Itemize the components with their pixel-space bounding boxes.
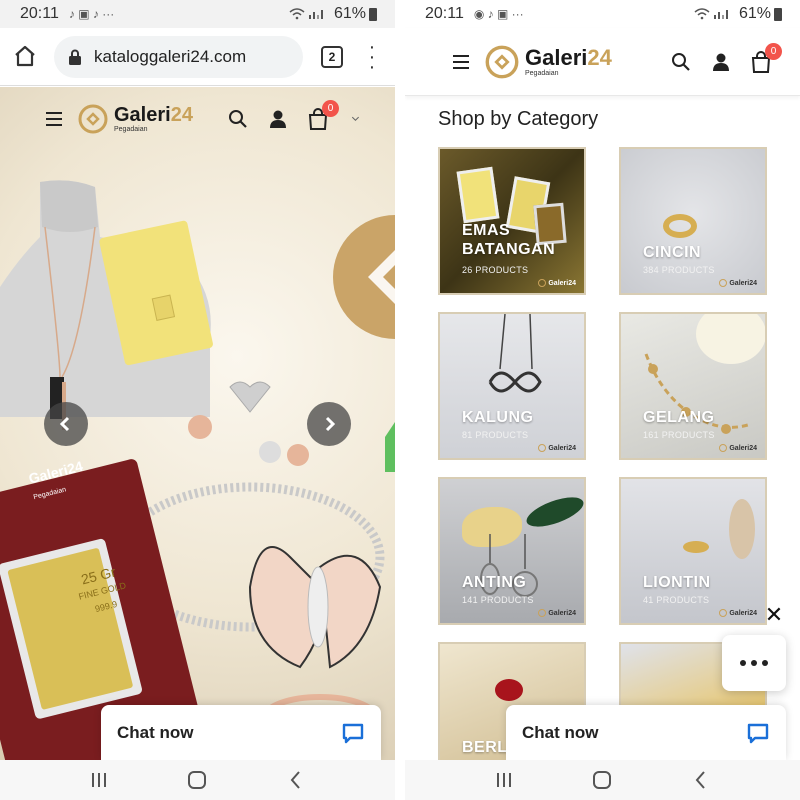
category-name: LIONTIN — [643, 574, 711, 591]
close-icon[interactable]: ✕ — [763, 604, 785, 626]
cart-button[interactable]: 0 — [750, 42, 782, 73]
brand-sub: Pegadaian — [114, 126, 148, 133]
chevron-right-icon — [325, 416, 336, 432]
category-tile-liontin[interactable]: LIONTIN 41 PRODUCTS Galeri24 — [619, 477, 767, 625]
category-tile-emas-batangan[interactable]: EMAS BATANGAN 26 PRODUCTS Galeri24 — [438, 147, 586, 295]
category-tile-anting[interactable]: ANTING 141 PRODUCTS Galeri24 — [438, 477, 586, 625]
category-count: 81 PRODUCTS — [462, 430, 529, 440]
home-icon[interactable] — [12, 43, 40, 71]
section-title: Shop by Category — [438, 108, 599, 130]
carousel-next-button[interactable] — [307, 402, 351, 446]
search-icon[interactable] — [670, 51, 692, 73]
wifi-signal-icon — [288, 6, 328, 23]
back-icon[interactable] — [285, 769, 307, 791]
browser-toolbar: kataloggaleri24.com 2 · · · — [0, 28, 395, 86]
recent-apps-icon[interactable] — [88, 769, 110, 791]
category-count: 141 PRODUCTS — [462, 595, 534, 605]
site-logo[interactable]: Galeri24 Pegadaian — [485, 45, 612, 79]
chevron-left-icon — [59, 416, 70, 432]
user-icon[interactable] — [267, 108, 289, 130]
browser-menu-icon[interactable]: · · · — [361, 37, 383, 77]
galeri24-logo-icon — [485, 45, 519, 78]
brand-sub: Pegadaian — [525, 69, 559, 77]
tile-watermark-logo: Galeri24 — [538, 444, 576, 452]
dot — [751, 660, 757, 666]
url-text: kataloggaleri24.com — [94, 46, 247, 66]
category-count: 41 PRODUCTS — [643, 595, 710, 605]
hamburger-menu-icon[interactable] — [46, 112, 62, 126]
lock-icon — [69, 49, 81, 65]
chat-bubble-icon — [342, 723, 364, 743]
notification-icons: ♪ ▣ ♪ ··· — [68, 7, 115, 21]
status-time: 20:11 — [20, 5, 59, 22]
carousel-prev-button[interactable] — [44, 402, 88, 446]
more-options-button[interactable] — [722, 635, 786, 691]
status-time: 20:11 — [425, 5, 464, 22]
chat-bubble-icon — [747, 723, 769, 743]
battery-level: 61% — [333, 5, 366, 22]
hamburger-menu-icon[interactable] — [453, 54, 469, 69]
category-count: 161 PRODUCTS — [643, 430, 715, 440]
category-name: BERLI — [462, 739, 513, 756]
tile-watermark-logo: Galeri24 — [719, 279, 757, 287]
chat-label: Chat now — [117, 722, 194, 742]
notification-icons: ◉ ♪ ▣ ··· — [473, 7, 524, 21]
status-bar: 20:11 ◉ ♪ ▣ ··· 61% — [405, 0, 800, 28]
brand-number: 24 — [587, 44, 612, 70]
left-phone-screen: 20:11 ♪ ▣ ♪ ··· 61% kataloggaleri24.com … — [0, 0, 395, 800]
battery-level: 61% — [738, 5, 771, 22]
android-nav-bar — [0, 760, 395, 800]
tile-watermark-logo: Galeri24 — [538, 609, 576, 617]
recent-apps-icon[interactable] — [493, 769, 515, 791]
category-name: GELANG — [643, 409, 715, 426]
category-tile-cincin[interactable]: CINCIN 384 PRODUCTS Galeri24 — [619, 147, 767, 295]
category-name: KALUNG — [462, 409, 534, 426]
category-count: 384 PRODUCTS — [643, 265, 715, 275]
back-icon[interactable] — [690, 769, 712, 791]
tile-watermark-logo: Galeri24 — [538, 279, 576, 287]
battery-icon — [369, 7, 377, 21]
wifi-signal-icon — [693, 6, 733, 23]
right-phone-screen: 20:11 ◉ ♪ ▣ ··· 61% Galeri24 Pegadaian 0… — [405, 0, 800, 800]
home-button-icon[interactable] — [591, 769, 613, 791]
site-logo[interactable]: Galeri24 Pegadaian — [78, 104, 193, 134]
galeri24-logo-icon — [78, 104, 108, 134]
search-icon[interactable] — [227, 108, 249, 130]
cart-button[interactable]: 0 — [307, 100, 339, 130]
chevron-down-icon[interactable] — [351, 108, 365, 130]
chat-now-button[interactable]: Chat now — [506, 705, 786, 760]
category-count: 26 PRODUCTS — [462, 265, 529, 275]
dot — [740, 660, 746, 666]
dot — [762, 660, 768, 666]
cart-count-badge: 0 — [322, 100, 339, 117]
tile-watermark-logo: Galeri24 — [719, 609, 757, 617]
category-name: CINCIN — [643, 244, 702, 261]
screen-divider — [395, 0, 405, 800]
category-tile-kalung[interactable]: KALUNG 81 PRODUCTS Galeri24 — [438, 312, 586, 460]
category-name: EMAS BATANGAN — [462, 222, 556, 258]
hero-carousel: Galeri24 Pegadaian 25 Gr FINE GOLD 999.9 … — [0, 87, 395, 760]
tile-watermark-logo: Galeri24 — [719, 444, 757, 452]
status-bar: 20:11 ♪ ▣ ♪ ··· 61% — [0, 0, 395, 28]
brand-number: 24 — [170, 104, 193, 126]
brand-name: Galeri — [114, 104, 171, 126]
user-icon[interactable] — [710, 51, 732, 73]
site-header: Galeri24 Pegadaian 0 — [0, 87, 395, 151]
home-button-icon[interactable] — [186, 769, 208, 791]
category-tile-gelang[interactable]: GELANG 161 PRODUCTS Galeri24 — [619, 312, 767, 460]
chat-label: Chat now — [522, 722, 599, 742]
category-name: ANTING — [462, 574, 527, 591]
site-header: Galeri24 Pegadaian 0 — [405, 28, 800, 96]
chat-now-button[interactable]: Chat now — [101, 705, 381, 760]
tab-switcher-button[interactable]: 2 — [321, 45, 343, 68]
android-nav-bar — [405, 760, 800, 800]
brand-name: Galeri — [525, 44, 588, 70]
url-bar[interactable]: kataloggaleri24.com — [54, 35, 303, 78]
cart-count-badge: 0 — [765, 42, 782, 60]
battery-icon — [774, 7, 782, 21]
